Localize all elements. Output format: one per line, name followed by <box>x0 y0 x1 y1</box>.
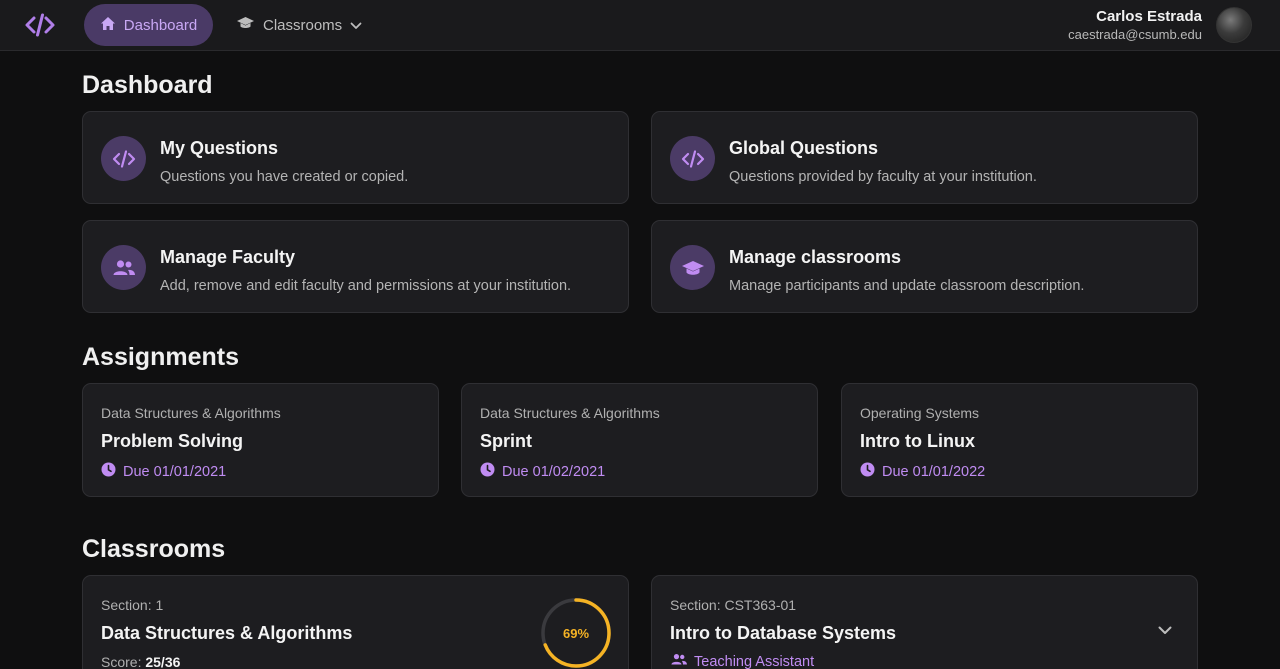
card-my-questions[interactable]: My Questions Questions you have created … <box>82 111 629 204</box>
classroom-title: Data Structures & Algorithms <box>101 623 353 643</box>
classroom-section: Section: CST363-01 <box>670 597 797 613</box>
score-label: Score: <box>101 654 142 669</box>
classroom-section: Section: 1 <box>101 597 164 613</box>
assignment-card[interactable]: Data Structures & Algorithms Problem Sol… <box>82 383 439 497</box>
assignment-title: Sprint <box>480 431 532 451</box>
classroom-card[interactable]: Section: CST363-01 Intro to Database Sys… <box>651 575 1198 669</box>
clock-icon <box>480 462 495 481</box>
classroom-role: Teaching Assistant <box>670 653 814 669</box>
card-title: Manage Faculty <box>160 247 296 267</box>
page-title: Dashboard <box>82 71 213 99</box>
top-navbar: Dashboard Classrooms Carlos Estrada caes… <box>0 0 1280 51</box>
card-description: Add, remove and edit faculty and permiss… <box>160 278 572 294</box>
card-manage-classrooms[interactable]: Manage classrooms Manage participants an… <box>651 220 1198 313</box>
assignment-course: Operating Systems <box>860 405 980 421</box>
card-description: Questions you have created or copied. <box>160 169 409 185</box>
card-description: Manage participants and update classroom… <box>729 278 1085 294</box>
assignment-due-text: Due 01/01/2022 <box>882 463 986 480</box>
card-title: Manage classrooms <box>729 247 902 267</box>
classroom-score: Score: 25/36 <box>101 654 180 669</box>
assignment-title: Problem Solving <box>101 431 244 451</box>
code-icon <box>670 136 715 181</box>
assignment-due: Due 01/01/2021 <box>101 462 226 481</box>
card-title: My Questions <box>160 138 279 158</box>
card-global-questions[interactable]: Global Questions Questions provided by f… <box>651 111 1198 204</box>
card-description: Questions provided by faculty at your in… <box>729 169 1037 185</box>
nav-dashboard-label: Dashboard <box>123 16 198 34</box>
clock-icon <box>101 462 116 481</box>
assignment-due: Due 01/02/2021 <box>480 462 605 481</box>
user-email: caestrada@csumb.edu <box>1068 27 1202 42</box>
assignment-card[interactable]: Operating Systems Intro to Linux Due 01/… <box>841 383 1198 497</box>
code-icon[interactable] <box>24 12 56 38</box>
assignment-card[interactable]: Data Structures & Algorithms Sprint Due … <box>461 383 818 497</box>
users-icon <box>101 245 146 290</box>
graduation-cap-icon <box>670 245 715 290</box>
assignments-heading: Assignments <box>82 343 239 371</box>
avatar[interactable] <box>1216 7 1252 43</box>
clock-icon <box>860 462 875 481</box>
assignment-course: Data Structures & Algorithms <box>101 405 281 421</box>
card-title: Global Questions <box>729 138 879 158</box>
nav-classrooms-label: Classrooms <box>263 16 343 34</box>
graduation-cap-icon <box>236 16 255 34</box>
code-icon <box>101 136 146 181</box>
assignment-course: Data Structures & Algorithms <box>480 405 660 421</box>
progress-percent: 69% <box>563 626 589 641</box>
user-name: Carlos Estrada <box>1096 8 1202 25</box>
users-icon <box>670 653 688 669</box>
assignment-due-text: Due 01/01/2021 <box>123 463 227 480</box>
nav-dashboard-tab[interactable]: Dashboard <box>84 4 213 46</box>
chevron-down-icon <box>350 17 362 34</box>
score-value: 25/36 <box>145 654 181 669</box>
nav-classrooms-dropdown[interactable]: Classrooms <box>236 4 362 46</box>
classroom-title: Intro to Database Systems <box>670 623 897 643</box>
home-icon <box>100 16 116 35</box>
classroom-role-text: Teaching Assistant <box>694 653 815 669</box>
classrooms-heading: Classrooms <box>82 535 226 563</box>
assignment-due: Due 01/01/2022 <box>860 462 985 481</box>
progress-ring: 69% <box>541 598 611 668</box>
assignment-title: Intro to Linux <box>860 431 975 451</box>
assignment-due-text: Due 01/02/2021 <box>502 463 606 480</box>
card-manage-faculty[interactable]: Manage Faculty Add, remove and edit facu… <box>82 220 629 313</box>
chevron-down-icon[interactable] <box>1158 622 1172 640</box>
classroom-card[interactable]: Section: 1 Data Structures & Algorithms … <box>82 575 629 669</box>
